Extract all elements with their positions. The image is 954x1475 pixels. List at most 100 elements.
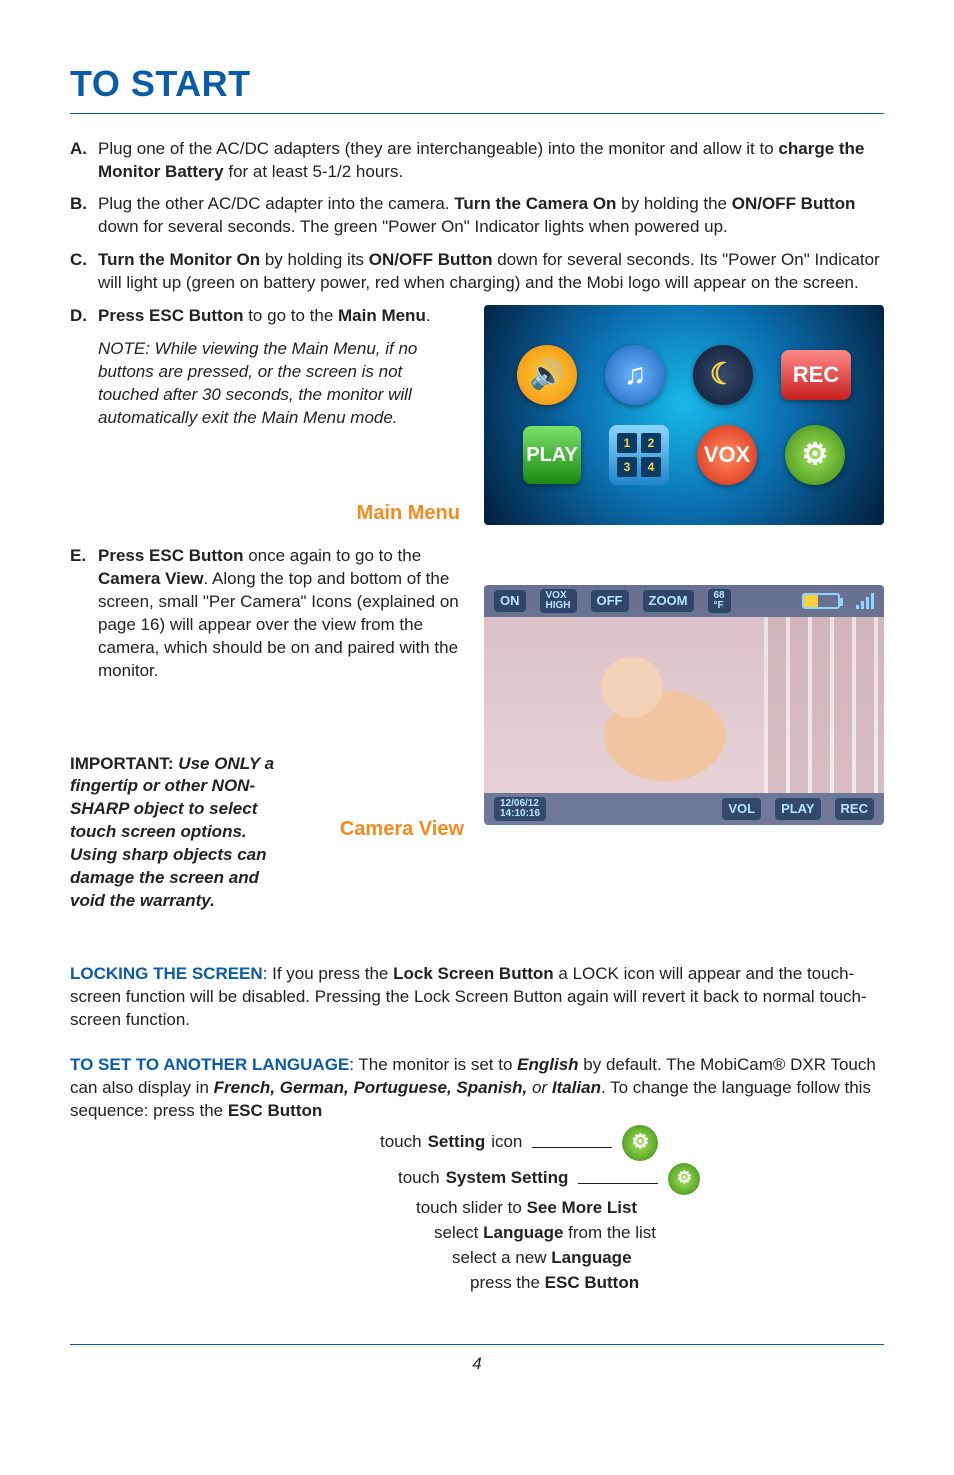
item-a-letter: A. — [70, 138, 98, 184]
bold-italic-text: English — [517, 1055, 578, 1074]
quad-icon: 1 2 3 4 — [609, 425, 669, 485]
quad-4: 4 — [641, 457, 661, 477]
text: select — [434, 1223, 483, 1242]
item-d-body: Press ESC Button to go to the Main Menu. — [98, 305, 464, 328]
page-number: 4 — [70, 1353, 884, 1376]
connector-line — [578, 1174, 658, 1184]
note-text: NOTE: While viewing the Main Menu, if no… — [98, 338, 458, 430]
important-note: IMPORTANT: Use ONLY a fingertip or other… — [70, 753, 290, 914]
timestamp-badge: 12/06/12 14:10:16 — [494, 797, 546, 821]
italic-text: or — [527, 1078, 552, 1097]
item-d: D. Press ESC Button to go to the Main Me… — [70, 305, 464, 328]
text: touch slider to — [416, 1198, 527, 1217]
music-icon: ♫ — [605, 345, 665, 405]
text: Plug the other AC/DC adapter into the ca… — [98, 194, 454, 213]
text: by holding the — [616, 194, 731, 213]
text: touch — [380, 1131, 422, 1154]
gear-icon: ⚙ — [622, 1125, 658, 1161]
text: touch — [398, 1167, 440, 1190]
text: by holding its — [260, 250, 369, 269]
lang-step-1: touch Setting icon ⚙ — [380, 1125, 884, 1161]
text: Plug one of the AC/DC adapters (they are… — [98, 139, 778, 158]
gear-icon: ⚙ — [668, 1163, 700, 1195]
bold-text: Turn the Monitor On — [98, 250, 260, 269]
speaker-icon: 🔊 — [517, 345, 577, 405]
temp-badge: 68 °F — [708, 589, 731, 613]
quad-1: 1 — [617, 433, 637, 453]
text: once again to go to the — [243, 546, 421, 565]
bold-text: See More List — [527, 1198, 638, 1217]
item-a: A. Plug one of the AC/DC adapters (they … — [70, 138, 884, 184]
language-steps: touch Setting icon ⚙ touch System Settin… — [380, 1125, 884, 1295]
play-badge: PLAY — [775, 798, 820, 820]
baby-image — [544, 645, 764, 785]
page-title: TO START — [70, 60, 884, 114]
moon-icon: ☾ — [693, 345, 753, 405]
bold-text: Setting — [428, 1131, 486, 1154]
footer-rule — [70, 1344, 884, 1345]
camera-top-overlay: ON VOX HIGH OFF ZOOM 68 °F — [484, 585, 884, 617]
lang-step-4: select Language from the list — [434, 1222, 884, 1245]
text: . — [426, 306, 431, 325]
gear-icon: ⚙ — [785, 425, 845, 485]
important-head: IMPORTANT: — [70, 754, 178, 773]
play-icon: PLAY — [523, 426, 581, 484]
language-paragraph: TO SET TO ANOTHER LANGUAGE: The monitor … — [70, 1054, 884, 1123]
vol-badge: VOL — [722, 798, 761, 820]
item-c-body: Turn the Monitor On by holding its ON/OF… — [98, 249, 884, 295]
important-body: Use ONLY a fingertip or other NON-SHARP … — [70, 754, 274, 911]
bold-text: Camera View — [98, 569, 204, 588]
bold-text: Press ESC Button — [98, 306, 243, 325]
bold-text: ON/OFF Button — [369, 250, 493, 269]
bold-text: ON/OFF Button — [732, 194, 856, 213]
item-b-body: Plug the other AC/DC adapter into the ca… — [98, 193, 884, 239]
camera-bottom-overlay: 12/06/12 14:10:16 VOL PLAY REC — [484, 793, 884, 825]
camera-view-image: ON VOX HIGH OFF ZOOM 68 °F 12/06/12 14:1… — [484, 585, 884, 825]
on-badge: ON — [494, 590, 526, 612]
vox-icon: VOX — [697, 425, 757, 485]
locking-paragraph: LOCKING THE SCREEN: If you press the Loc… — [70, 963, 884, 1032]
lang-step-3: touch slider to See More List — [416, 1197, 884, 1220]
camera-view-label: Camera View — [310, 816, 464, 843]
bold-text: Language — [483, 1223, 563, 1242]
item-b-letter: B. — [70, 193, 98, 239]
text: down for several seconds. The green "Pow… — [98, 217, 728, 236]
text: to go to the — [243, 306, 338, 325]
lang-step-2: touch System Setting ⚙ — [398, 1163, 884, 1195]
item-e-body: Press ESC Button once again to go to the… — [98, 545, 464, 683]
text: for at least 5-1/2 hours. — [224, 162, 404, 181]
menu-row-1: 🔊 ♫ ☾ REC — [517, 345, 851, 405]
vox-badge: VOX HIGH — [540, 589, 577, 613]
text: icon — [491, 1131, 522, 1154]
rec-icon: REC — [781, 350, 851, 400]
battery-icon — [802, 593, 840, 609]
bold-text: Language — [551, 1248, 631, 1267]
text: : If you press the — [263, 964, 393, 983]
item-a-body: Plug one of the AC/DC adapters (they are… — [98, 138, 884, 184]
menu-row-2: PLAY 1 2 3 4 VOX ⚙ — [523, 425, 845, 485]
item-c: C. Turn the Monitor On by holding its ON… — [70, 249, 884, 295]
main-menu-label: Main Menu — [70, 500, 464, 527]
item-e-letter: E. — [70, 545, 98, 683]
zoom-badge: ZOOM — [643, 590, 694, 612]
locking-head: LOCKING THE SCREEN — [70, 964, 263, 983]
text: from the list — [563, 1223, 656, 1242]
bold-text: Main Menu — [338, 306, 426, 325]
bold-italic-text: French, German, Portuguese, Spanish, — [214, 1078, 528, 1097]
off-badge: OFF — [591, 590, 629, 612]
main-menu-image: 🔊 ♫ ☾ REC PLAY 1 2 3 4 VOX ⚙ — [484, 305, 884, 525]
connector-line — [532, 1138, 612, 1148]
bold-text: Turn the Camera On — [454, 194, 616, 213]
quad-2: 2 — [641, 433, 661, 453]
language-head: TO SET TO ANOTHER LANGUAGE — [70, 1055, 349, 1074]
item-b: B. Plug the other AC/DC adapter into the… — [70, 193, 884, 239]
bold-text: ESC Button — [545, 1273, 639, 1292]
bold-italic-text: Italian — [552, 1078, 601, 1097]
lang-step-6: press the ESC Button — [470, 1272, 884, 1295]
item-e: E. Press ESC Button once again to go to … — [70, 545, 464, 683]
rec-badge: REC — [835, 798, 874, 820]
item-d-letter: D. — [70, 305, 98, 328]
lang-step-5: select a new Language — [452, 1247, 884, 1270]
bold-text: System Setting — [446, 1167, 569, 1190]
text: : The monitor is set to — [349, 1055, 517, 1074]
